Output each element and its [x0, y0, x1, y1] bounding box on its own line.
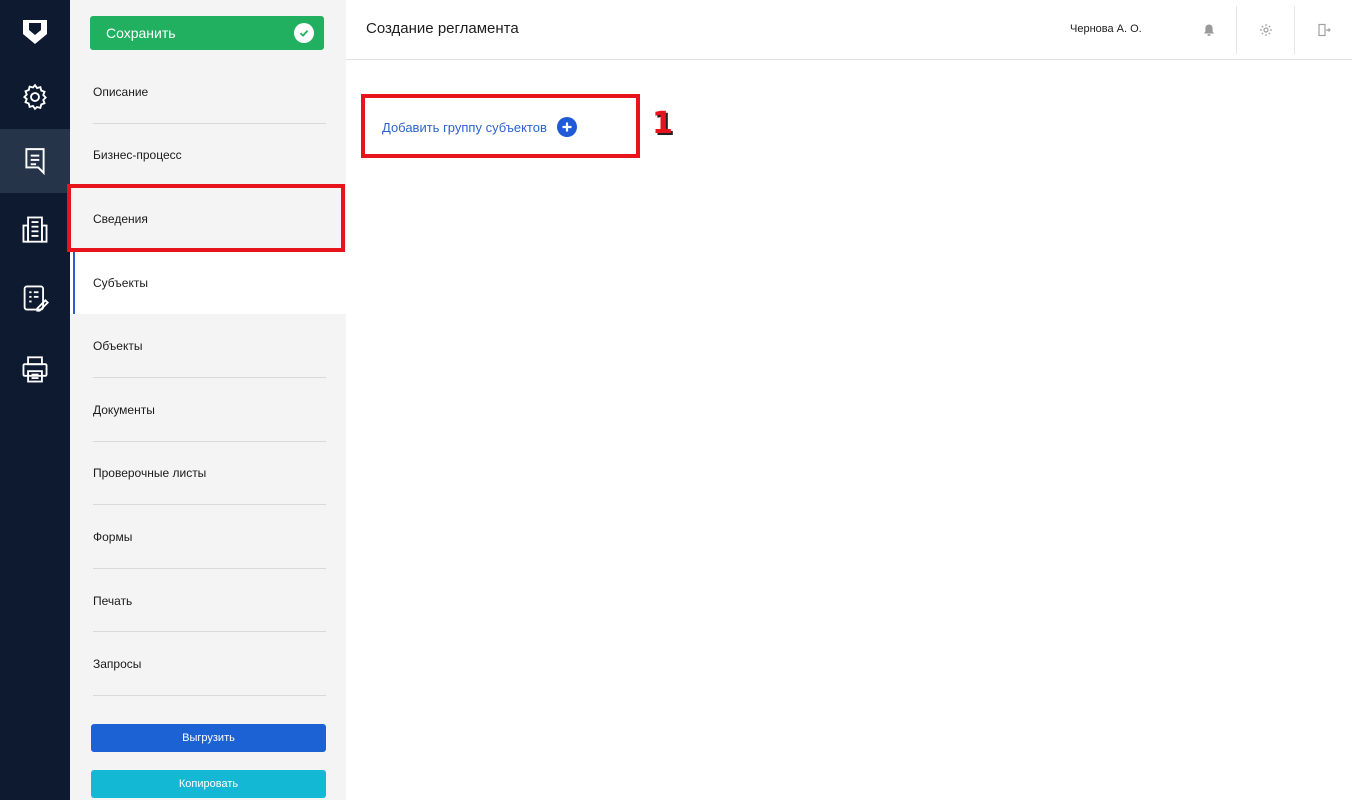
nav-item-requests[interactable]: Запросы [70, 632, 346, 696]
nav-item-label: Описание [93, 84, 149, 99]
nav-item-label: Сведения [93, 211, 148, 226]
section-nav: Сохранить Описание Бизнес-процесс Сведен… [67, 0, 346, 800]
printer-icon [22, 356, 48, 383]
nav-item-label: Проверочные листы [93, 466, 207, 481]
rail-print[interactable] [0, 338, 70, 402]
rail-checklists[interactable] [0, 266, 70, 330]
nav-item-label: Бизнес-процесс [93, 148, 182, 163]
nav-item-checklists[interactable]: Проверочные листы [70, 442, 346, 506]
export-button[interactable]: Выгрузить [91, 724, 326, 752]
top-header: Создание регламента Чернова А. О. [346, 0, 1352, 60]
nav-item-label: Субъекты [93, 275, 148, 290]
nav-item-label: Документы [93, 402, 155, 417]
nav-item-forms[interactable]: Формы [70, 505, 346, 569]
add-subject-group-button[interactable]: Добавить группу субъектов [382, 117, 577, 137]
add-subject-group-label: Добавить группу субъектов [382, 119, 547, 135]
rail-documents[interactable] [0, 129, 70, 193]
save-button-label: Сохранить [106, 25, 176, 41]
settings-icon [1260, 24, 1272, 36]
plus-circle-icon [556, 117, 577, 137]
nav-item-info[interactable]: Сведения [70, 187, 346, 251]
icon-rail [0, 0, 70, 800]
check-icon [294, 23, 314, 43]
logout-icon [1318, 23, 1331, 37]
callout-number: 1 [652, 106, 673, 141]
nav-item-label: Запросы [93, 657, 142, 672]
nav-item-documents[interactable]: Документы [70, 378, 346, 442]
settings-button[interactable] [1237, 0, 1295, 60]
gear-icon [23, 83, 47, 111]
rail-settings[interactable] [0, 65, 70, 129]
export-button-label: Выгрузить [182, 732, 235, 744]
logout-button[interactable] [1295, 0, 1352, 60]
user-name[interactable]: Чернова А. О. [1070, 23, 1142, 35]
main-content: Добавить группу субъектов 1 [346, 61, 1352, 800]
nav-item-business-process[interactable]: Бизнес-процесс [70, 124, 346, 188]
notifications-button[interactable] [1180, 0, 1238, 60]
page-title: Создание регламента [366, 20, 519, 37]
nav-item-label: Печать [93, 593, 133, 608]
copy-button[interactable]: Копировать [91, 770, 326, 798]
nav-item-description[interactable]: Описание [70, 60, 346, 124]
bell-icon [1204, 24, 1214, 36]
shield-logo-icon [23, 17, 47, 44]
nav-item-label: Объекты [93, 339, 143, 354]
nav-item-label: Формы [93, 529, 133, 544]
nav-item-objects[interactable]: Объекты [70, 314, 346, 378]
copy-button-label: Копировать [178, 778, 239, 790]
rail-organizations[interactable] [0, 197, 70, 261]
document-icon [25, 148, 45, 175]
nav-list: Описание Бизнес-процесс Сведения Субъект… [70, 60, 346, 696]
nav-item-subjects[interactable]: Субъекты [70, 250, 346, 315]
app-logo[interactable] [0, 0, 70, 60]
nav-item-print[interactable]: Печать [70, 569, 346, 633]
checklist-edit-icon [23, 285, 49, 312]
building-icon [22, 216, 48, 243]
save-button[interactable]: Сохранить [90, 16, 324, 50]
